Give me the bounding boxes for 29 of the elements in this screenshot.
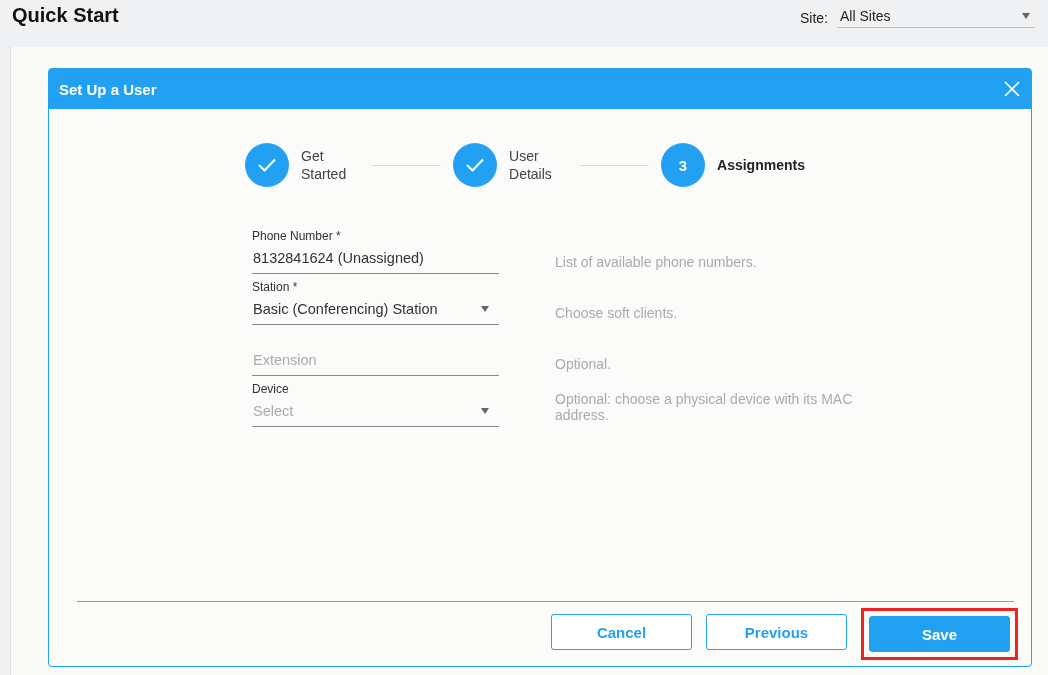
select-field[interactable]: Select [252,396,499,427]
save-button[interactable]: Save [869,616,1010,652]
input-field[interactable]: Extension [252,345,499,376]
input-field[interactable]: 8132841624 (Unassigned) [252,243,499,274]
check-icon [465,157,486,173]
field-hint: Optional: choose a physical device with its MAC address. [555,391,854,425]
dialog-button[interactable]: Cancel [551,614,692,650]
caret-icon [481,306,489,312]
close-button[interactable] [1003,80,1021,98]
dialog-title: Set Up a User [59,80,157,98]
field-label: Device [252,381,290,396]
field-hint: List of available phone numbers. [555,254,758,272]
site-label: Site: [800,10,828,26]
select-field[interactable]: Basic (Conferencing) Station [252,294,499,325]
field-hint: Optional. [555,356,613,374]
field-label: Phone Number * [252,228,342,243]
close-icon [1003,80,1021,98]
field-label: Station * [252,279,299,294]
field-hint: Choose soft clients. [555,305,679,323]
step-label: Assignments [717,156,805,174]
step-number: 3 [678,156,688,174]
site-dropdown[interactable]: All Sites [838,8,1034,28]
dialog-button[interactable]: Previous [706,614,847,650]
caret-icon [481,408,489,414]
page-title: Quick Start [12,4,119,27]
step-label: Get Started [301,147,348,183]
check-icon [257,157,278,173]
step-label: User Details [509,147,553,183]
caret-icon [1022,13,1030,19]
